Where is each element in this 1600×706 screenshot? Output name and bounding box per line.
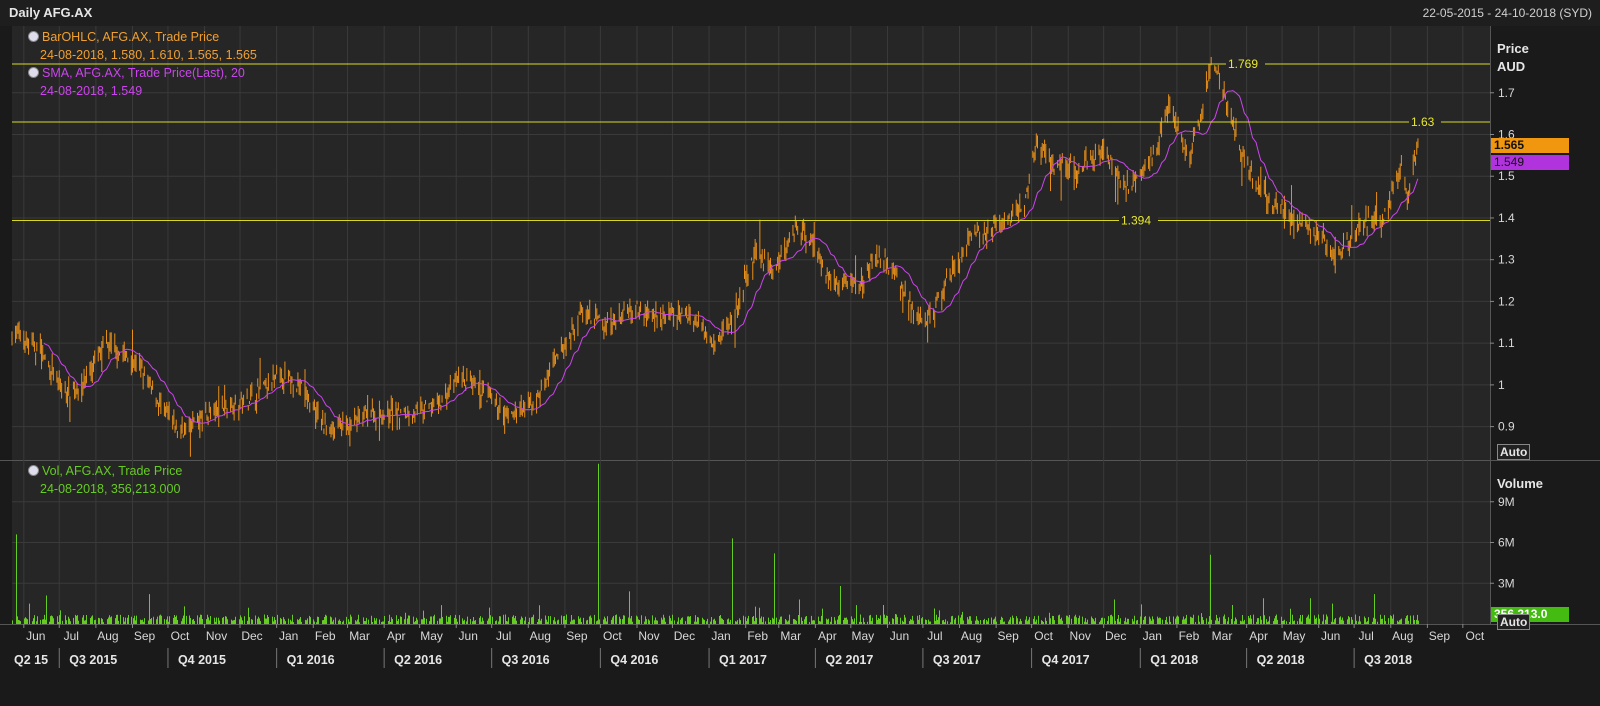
chart-window: Daily AFG.AX 22-05-2015 - 24-10-2018 (SY… — [0, 0, 1600, 706]
month-label: Apr — [1249, 629, 1268, 643]
quarter-label: Q3 2018 — [1364, 653, 1412, 667]
month-label: Apr — [818, 629, 837, 643]
month-label: Aug — [1392, 629, 1413, 643]
month-label: Sep — [134, 629, 156, 643]
month-label: Nov — [638, 629, 659, 643]
month-label: Jun — [26, 629, 45, 643]
ohlc-legend-dot-icon[interactable] — [28, 31, 39, 42]
month-label: Sep — [566, 629, 588, 643]
price-axis-title: Price — [1497, 41, 1529, 56]
volume-tick-label: 3M — [1498, 576, 1515, 590]
month-label: Nov — [1070, 629, 1091, 643]
quarter-label: Q3 2015 — [69, 653, 117, 667]
month-label: Dec — [674, 629, 695, 643]
price-tick-label: 1.7 — [1498, 86, 1515, 100]
month-label: Mar — [1212, 629, 1233, 643]
month-label: Jun — [1321, 629, 1340, 643]
month-label: Mar — [349, 629, 370, 643]
month-label: Dec — [1105, 629, 1126, 643]
month-label: Aug — [530, 629, 551, 643]
sma-legend-dot-icon[interactable] — [28, 67, 39, 78]
price-tick-label: 1.4 — [1498, 211, 1515, 225]
price-volume-chart[interactable]: Jun Jul Aug Sep Oct Nov Dec Jan Feb Mar Apr May Jun J… — [0, 0, 1600, 706]
price-tick-label: 1.2 — [1498, 294, 1515, 308]
level-label: 1.769 — [1228, 57, 1258, 71]
vol-legend-dot-icon[interactable] — [28, 465, 39, 476]
month-label: Feb — [1179, 629, 1200, 643]
last-price-tag: 1.565 — [1491, 138, 1569, 153]
quarter-label: Q2 2018 — [1257, 653, 1305, 667]
month-label: Feb — [747, 629, 768, 643]
quarter-label: Q1 2018 — [1150, 653, 1198, 667]
month-label: Sep — [1429, 629, 1451, 643]
quarter-label: Q4 2016 — [610, 653, 658, 667]
month-label: Sep — [997, 629, 1019, 643]
sma-legend-values: 24-08-2018, 1.549 — [40, 84, 143, 98]
quarter-label: Q3 2017 — [933, 653, 981, 667]
month-label: Oct — [1034, 629, 1053, 643]
month-label: Jul — [1358, 629, 1373, 643]
month-label: Jun — [890, 629, 909, 643]
vol-legend-values: 24-08-2018, 356,213.000 — [40, 482, 181, 496]
vol-legend-text: Vol, AFG.AX, Trade Price — [42, 464, 183, 478]
quarter-label: Q2 15 — [14, 653, 48, 667]
month-label: Nov — [206, 629, 227, 643]
ohlc-legend-values: 24-08-2018, 1.580, 1.610, 1.565, 1.565 — [40, 48, 257, 62]
price-auto-scale-button[interactable]: Auto — [1497, 444, 1531, 460]
month-label: Mar — [780, 629, 801, 643]
quarter-label: Q4 2017 — [1042, 653, 1090, 667]
month-label: Aug — [961, 629, 982, 643]
month-label: Jul — [496, 629, 511, 643]
month-label: Jul — [927, 629, 942, 643]
month-label: May — [1283, 629, 1306, 643]
month-label: Aug — [97, 629, 118, 643]
price-legend: BarOHLC, AFG.AX, Trade Price 24-08-2018,… — [28, 28, 257, 100]
month-label: Jul — [64, 629, 79, 643]
month-label: May — [851, 629, 874, 643]
quarter-label: Q1 2016 — [287, 653, 335, 667]
month-label: Jan — [711, 629, 730, 643]
sma-legend-label[interactable]: SMA, AFG.AX, Trade Price(Last), 20 — [28, 64, 257, 82]
quarter-label: Q4 2015 — [178, 653, 226, 667]
volume-axis-title: Volume — [1497, 476, 1543, 491]
level-label: 1.63 — [1411, 115, 1435, 129]
volume-legend: Vol, AFG.AX, Trade Price 24-08-2018, 356… — [28, 462, 182, 498]
sma-legend-text: SMA, AFG.AX, Trade Price(Last), 20 — [42, 66, 245, 80]
month-label: Jan — [1143, 629, 1162, 643]
month-label: May — [420, 629, 443, 643]
volume-tick-label: 9M — [1498, 495, 1515, 509]
price-tick-label: 1.5 — [1498, 169, 1515, 183]
last-sma-tag: 1.549 — [1491, 155, 1569, 170]
price-tick-label: 1.3 — [1498, 253, 1515, 267]
quarter-label: Q2 2016 — [394, 653, 442, 667]
month-label: Oct — [171, 629, 190, 643]
price-tick-label: 1.1 — [1498, 336, 1515, 350]
quarter-label: Q3 2016 — [502, 653, 550, 667]
quarter-label: Q1 2017 — [719, 653, 767, 667]
vol-legend-label[interactable]: Vol, AFG.AX, Trade Price — [28, 462, 182, 480]
month-label: Feb — [315, 629, 336, 643]
ohlc-legend-text: BarOHLC, AFG.AX, Trade Price — [42, 30, 220, 44]
month-label: Oct — [1465, 629, 1484, 643]
volume-auto-scale-button[interactable]: Auto — [1497, 614, 1531, 630]
price-axis-unit: AUD — [1497, 59, 1526, 74]
volume-tick-label: 6M — [1498, 536, 1515, 550]
price-tick-label: 1 — [1498, 378, 1505, 392]
level-label: 1.394 — [1121, 213, 1151, 227]
month-label: Apr — [387, 629, 406, 643]
month-label: Oct — [603, 629, 622, 643]
month-label: Jan — [279, 629, 298, 643]
quarter-label: Q2 2017 — [825, 653, 873, 667]
ohlc-legend-label[interactable]: BarOHLC, AFG.AX, Trade Price — [28, 28, 257, 46]
month-label: Dec — [241, 629, 262, 643]
price-tick-label: 0.9 — [1498, 420, 1515, 434]
month-label: Jun — [459, 629, 478, 643]
